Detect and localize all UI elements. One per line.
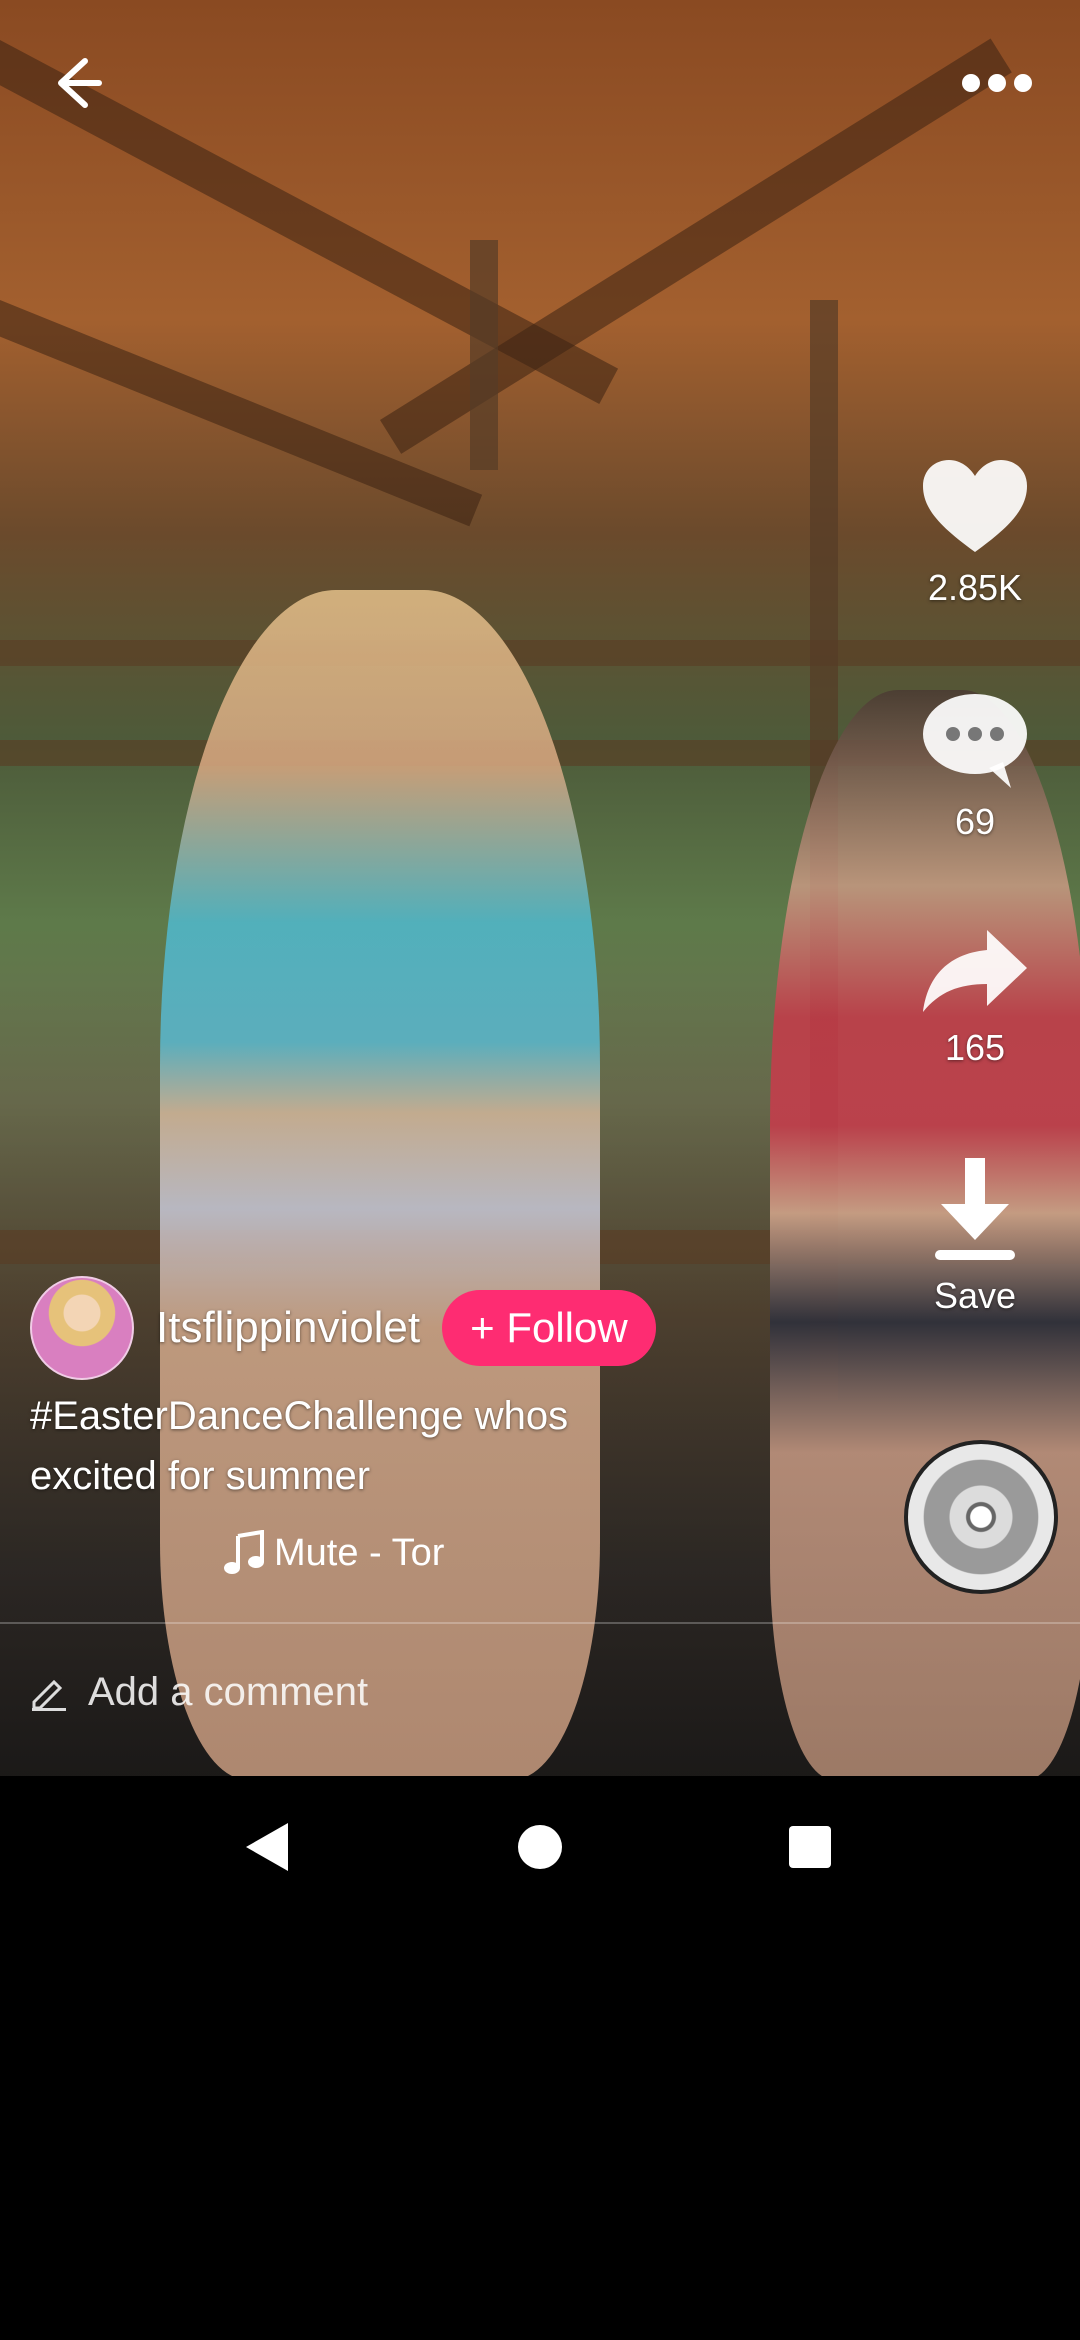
username[interactable]: Itsflippinviolet (156, 1303, 420, 1353)
comment-count: 69 (954, 801, 996, 842)
dancer-left (160, 590, 600, 1776)
pencil-icon (30, 1674, 68, 1712)
heart-icon (919, 456, 1031, 561)
share-count: 165 (944, 1027, 1006, 1068)
triangle-back-icon (242, 1819, 292, 1880)
circle-home-icon (516, 1823, 564, 1876)
system-nav-bar (0, 1776, 1080, 1922)
more-options-button[interactable] (952, 40, 1042, 130)
like-count: 2.85K (927, 567, 1023, 608)
comment-bubble-icon (919, 690, 1031, 795)
download-icon (925, 1154, 1025, 1269)
music-note-icon (222, 1530, 268, 1576)
save-button[interactable]: Save (900, 1154, 1050, 1317)
like-button[interactable]: 2.85K (900, 456, 1050, 609)
share-arrow-icon (919, 926, 1031, 1021)
save-label: Save (933, 1275, 1017, 1316)
avatar[interactable] (30, 1276, 134, 1380)
follow-button[interactable]: + Follow (442, 1290, 656, 1366)
arrow-left-icon (41, 51, 105, 120)
music-title: Mute - Tor (274, 1531, 445, 1574)
author-row: Itsflippinviolet + Follow (30, 1276, 656, 1380)
gazebo-rail (0, 640, 1080, 666)
share-button[interactable]: 165 (900, 926, 1050, 1069)
video-caption: #EasterDanceChallenge whos excited for s… (30, 1394, 569, 1498)
square-recents-icon (787, 1824, 833, 1875)
comment-placeholder: Add a comment (88, 1670, 369, 1714)
nav-recents-button[interactable] (775, 1814, 845, 1884)
music-info[interactable]: Mute - Tor (222, 1530, 447, 1576)
music-disc[interactable] (904, 1440, 1058, 1594)
back-button[interactable] (28, 40, 118, 130)
comment-input[interactable]: Add a comment (30, 1670, 368, 1715)
gazebo-post (470, 240, 498, 470)
nav-home-button[interactable] (505, 1814, 575, 1884)
nav-back-button[interactable] (232, 1814, 302, 1884)
divider (0, 1622, 1080, 1624)
comment-button[interactable]: 69 (900, 690, 1050, 843)
more-horizontal-icon (959, 71, 1035, 100)
